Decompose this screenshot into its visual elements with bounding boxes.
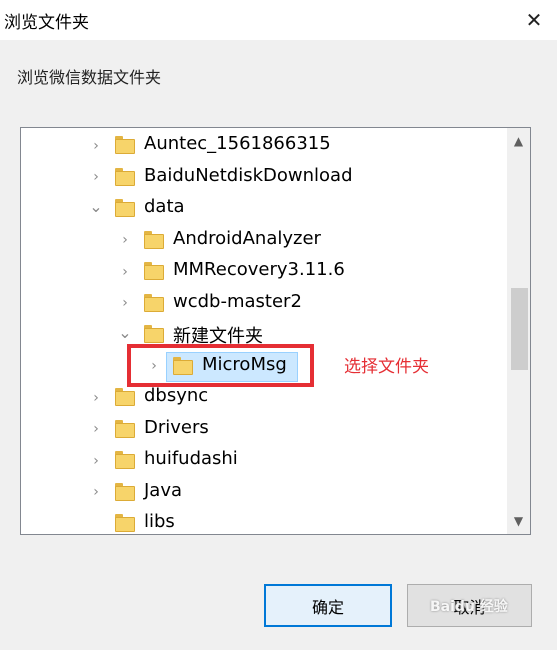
tree-item[interactable]: › Java	[21, 477, 508, 508]
tree-item-label: Auntec_1561866315	[144, 133, 331, 154]
tree-item[interactable]: libs	[21, 508, 508, 534]
expand-arrow-icon[interactable]: ›	[86, 130, 106, 161]
tree-item-label: MMRecovery3.11.6	[173, 259, 345, 280]
vertical-scrollbar[interactable]: ▲ ▼	[507, 128, 530, 534]
folder-icon	[115, 451, 135, 469]
expand-arrow-icon[interactable]: ›	[86, 162, 106, 193]
expand-arrow-icon[interactable]: ›	[86, 445, 106, 476]
tree-item[interactable]: › BaiduNetdiskDownload	[21, 162, 508, 193]
expand-arrow-icon[interactable]: ›	[86, 382, 106, 413]
baidu-watermark: Baidu 经验	[430, 599, 508, 615]
folder-icon	[144, 230, 164, 249]
tree-item-label: data	[144, 196, 185, 217]
folder-icon	[115, 388, 135, 406]
tree-item-label: dbsync	[144, 385, 209, 406]
folder-icon	[115, 482, 135, 501]
tree-item-label: BaiduNetdiskDownload	[144, 164, 353, 186]
close-icon: ✕	[525, 8, 543, 32]
scroll-up-button[interactable]: ▲	[507, 130, 530, 152]
folder-icon	[115, 199, 135, 217]
chevron-down-icon: ▼	[513, 514, 524, 528]
folder-icon	[115, 136, 135, 154]
annotation-text: 选择文件夹	[344, 357, 429, 377]
ok-button[interactable]: 确定	[264, 584, 392, 627]
scroll-thumb[interactable]	[511, 288, 528, 370]
tree-item[interactable]: › huifudashi	[21, 445, 508, 476]
close-button[interactable]: ✕	[511, 0, 557, 40]
window-title: 浏览文件夹	[4, 13, 89, 33]
tree-item[interactable]: › wcdb-master2	[21, 288, 508, 319]
collapse-arrow-icon[interactable]: ⌄	[86, 193, 106, 224]
tree-item-label: Drivers	[144, 416, 209, 438]
tree-item-label: libs	[144, 511, 175, 532]
expand-arrow-icon[interactable]: ›	[86, 477, 106, 508]
folder-icon	[144, 325, 164, 343]
folder-icon	[144, 262, 164, 280]
folder-icon	[115, 514, 135, 532]
chevron-up-icon: ▲	[513, 134, 524, 148]
tree-item[interactable]: › AndroidAnalyzer	[21, 225, 508, 256]
expand-arrow-icon[interactable]: ›	[115, 256, 135, 287]
folder-icon	[115, 419, 135, 438]
folder-icon	[115, 167, 135, 186]
tree-item[interactable]: › Drivers	[21, 414, 508, 445]
expand-arrow-icon[interactable]: ›	[115, 288, 135, 319]
folder-tree[interactable]: › Auntec_1561866315 › BaiduNetdiskDownload ⌄…	[20, 127, 531, 535]
tree-item[interactable]: › Auntec_1561866315	[21, 130, 508, 161]
annotation-highlight-box	[127, 344, 314, 387]
tree-item-label: huifudashi	[144, 448, 238, 469]
scroll-down-button[interactable]: ▼	[507, 510, 530, 532]
tree-item-label: Java	[144, 479, 183, 501]
tree-item-label: wcdb-master2	[173, 290, 302, 312]
dialog-description: 浏览微信数据文件夹	[17, 68, 162, 87]
folder-icon	[144, 293, 164, 312]
expand-arrow-icon[interactable]: ›	[115, 225, 135, 256]
title-bar: 浏览文件夹 ✕	[0, 0, 557, 40]
tree-item-label: AndroidAnalyzer	[173, 227, 321, 249]
expand-arrow-icon	[86, 508, 106, 534]
expand-arrow-icon[interactable]: ›	[86, 414, 106, 445]
tree-item[interactable]: ⌄ data	[21, 193, 508, 224]
tree-item[interactable]: › MMRecovery3.11.6	[21, 256, 508, 287]
